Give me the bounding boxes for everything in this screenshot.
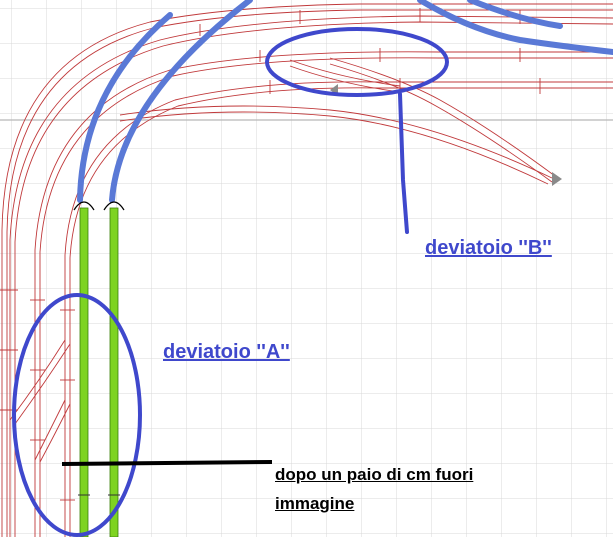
note-line-2: immagine: [275, 494, 355, 513]
track-plan-canvas: [0, 0, 613, 537]
continuation-marker: [61, 460, 273, 466]
label-deviatoio-a: deviatoio ''A'': [163, 341, 290, 363]
label-deviatoio-b: deviatoio ''B'': [425, 237, 552, 259]
note-line-1: dopo un paio di cm fuori: [275, 465, 474, 484]
